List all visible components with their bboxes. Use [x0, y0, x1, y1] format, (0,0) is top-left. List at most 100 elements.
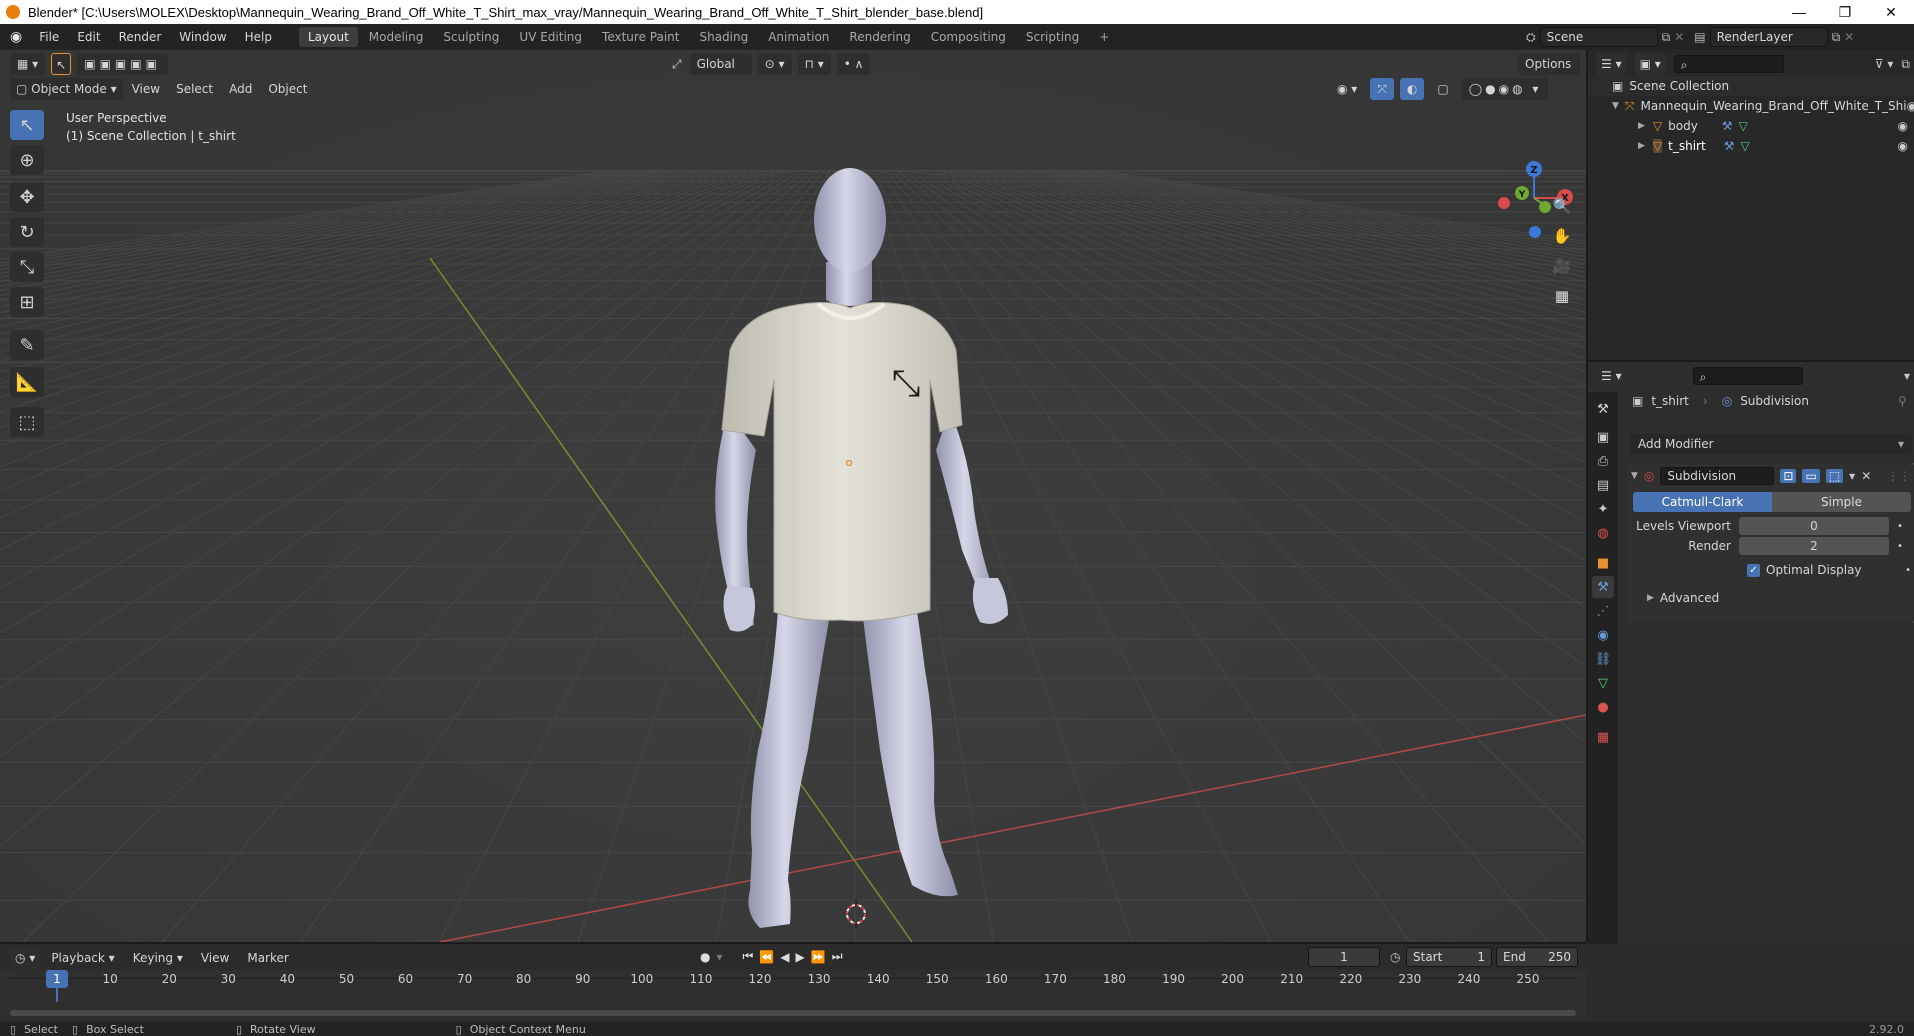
overlay-toggle-icon[interactable]: ◐	[1399, 78, 1425, 100]
annotate-tool[interactable]: ✎	[10, 330, 44, 360]
tab-rendering[interactable]: Rendering	[840, 27, 919, 47]
select-mode-icon[interactable]: ↖	[51, 53, 72, 75]
playhead[interactable]: 1	[46, 970, 68, 988]
shading-modes-icon[interactable]: ◯●◉◍ ▾	[1461, 78, 1549, 100]
tab-render[interactable]: ▣	[1592, 426, 1614, 448]
new-collection-icon[interactable]: ⧉	[1901, 57, 1910, 72]
render-layer-field[interactable]: RenderLayer	[1709, 27, 1828, 47]
maximize-button[interactable]: ❐	[1822, 4, 1868, 21]
outliner-editor-type-icon[interactable]: ☰ ▾	[1596, 53, 1627, 75]
tab-scripting[interactable]: Scripting	[1017, 27, 1088, 47]
outliner-search-input[interactable]: ⌕	[1673, 55, 1784, 73]
render-layer-icon[interactable]: ▤	[1694, 30, 1705, 44]
outliner-row-scene-collection[interactable]: ▣ Scene Collection	[1588, 76, 1914, 96]
transform-tool[interactable]: ⊞	[10, 287, 44, 317]
select-box-tool[interactable]: ↖	[10, 110, 44, 140]
modifier-name-input[interactable]: Subdivision	[1660, 467, 1775, 485]
menu-render[interactable]: Render	[110, 30, 171, 44]
options-dropdown[interactable]: Options	[1518, 53, 1580, 75]
viewport-scene[interactable]: ⤡ Z X Y	[0, 50, 1586, 942]
tab-object[interactable]: ■	[1592, 552, 1614, 574]
render-levels-field[interactable]: 2	[1739, 537, 1889, 555]
close-window-button[interactable]: ✕	[1868, 4, 1914, 21]
tab-data[interactable]: ▽	[1592, 672, 1614, 694]
display-mode-icon[interactable]: ▣ ▾	[1634, 53, 1666, 75]
minimize-button[interactable]: —	[1776, 4, 1822, 21]
viewport-menu-view[interactable]: View	[125, 78, 167, 100]
tab-scene[interactable]: ✦	[1592, 498, 1614, 520]
tab-particles[interactable]: ⋰	[1592, 600, 1614, 622]
add-workspace-button[interactable]: +	[1090, 27, 1118, 47]
editor-type-icon[interactable]: ▦ ▾	[10, 53, 46, 75]
modifier-menu-icon[interactable]: ▾	[1849, 469, 1855, 483]
properties-editor-type-icon[interactable]: ☰ ▾	[1596, 365, 1627, 387]
selection-modes-icon[interactable]: ▣▣▣▣▣	[77, 53, 168, 75]
mode-select[interactable]: ▢ Object Mode ▾	[10, 78, 123, 100]
viewport-menu-add[interactable]: Add	[222, 78, 259, 100]
camera-view-button[interactable]: 🎥	[1548, 252, 1576, 280]
tab-animation[interactable]: Animation	[759, 27, 838, 47]
tab-sculpting[interactable]: Sculpting	[434, 27, 508, 47]
keyframe-dot-icon[interactable]: •	[1897, 521, 1903, 532]
visibility-eye-icon[interactable]: ◉	[1898, 119, 1908, 133]
visibility-eye-icon[interactable]: ◉	[1898, 139, 1908, 153]
scene-field[interactable]: Scene	[1539, 27, 1658, 47]
optimal-display-checkbox[interactable]: ✓	[1747, 563, 1760, 577]
keyframe-dot-icon[interactable]: •	[1897, 541, 1903, 552]
menu-edit[interactable]: Edit	[68, 30, 109, 44]
tab-layout[interactable]: Layout	[298, 27, 358, 47]
menu-window[interactable]: Window	[170, 30, 235, 44]
viewport-toggle-icon[interactable]: ▭	[1802, 469, 1820, 483]
tab-uv-editing[interactable]: UV Editing	[510, 27, 591, 47]
timeline-scrollbar[interactable]	[10, 1010, 1576, 1016]
rotate-tool[interactable]: ↻	[10, 217, 44, 247]
tab-modifier[interactable]: ⚒	[1592, 576, 1614, 598]
tab-texture-paint[interactable]: Texture Paint	[593, 27, 688, 47]
menu-help[interactable]: Help	[236, 30, 281, 44]
delete-scene-icon[interactable]: ✕	[1674, 30, 1684, 44]
tab-compositing[interactable]: Compositing	[922, 27, 1015, 47]
new-scene-icon[interactable]: ⧉	[1662, 30, 1671, 45]
remove-modifier-icon[interactable]: ✕	[1861, 469, 1871, 483]
render-toggle-icon[interactable]: ⬚	[1825, 469, 1844, 483]
edit-mode-toggle-icon[interactable]: ⊡	[1780, 469, 1797, 483]
orientation-icon[interactable]: ⤢	[670, 53, 684, 75]
expand-icon[interactable]: ▶	[1638, 141, 1645, 151]
menu-file[interactable]: File	[30, 30, 68, 44]
outliner-row-body[interactable]: ▶ ▽ body ⚒ ▽ ◉	[1588, 116, 1914, 136]
tab-tool[interactable]: ⚒	[1592, 398, 1614, 420]
properties-search-input[interactable]: ⌕	[1692, 367, 1803, 385]
add-modifier-dropdown[interactable]: Add Modifier ▾	[1630, 434, 1912, 454]
keyframe-dot-icon[interactable]: •	[1905, 565, 1911, 576]
gizmo-toggle-icon[interactable]: ⤧	[1370, 78, 1394, 100]
outliner-row-mannequin[interactable]: ▼ ⤧ Mannequin_Wearing_Brand_Off_White_T_…	[1588, 96, 1914, 116]
expand-icon[interactable]: ▼	[1612, 101, 1619, 111]
advanced-subpanel[interactable]: ▶ Advanced	[1647, 591, 1719, 605]
filter-icon[interactable]: ⊽ ▾	[1875, 57, 1894, 71]
scene-icon[interactable]: ⛭	[1526, 30, 1536, 45]
properties-options-icon[interactable]: ▾	[1904, 369, 1910, 383]
pivot-point-icon[interactable]: ⊙ ▾	[757, 53, 792, 75]
outliner-row-t-shirt[interactable]: ▶ ▽ t_shirt ⚒ ▽ ◉	[1588, 136, 1914, 156]
levels-viewport-field[interactable]: 0	[1739, 517, 1889, 535]
catmull-clark-button[interactable]: Catmull-Clark	[1633, 492, 1772, 512]
blender-menu-icon[interactable]: ◉	[0, 29, 30, 45]
move-tool[interactable]: ✥	[10, 182, 44, 212]
visibility-icon[interactable]: ◉ ▾	[1330, 78, 1364, 100]
viewport-menu-select[interactable]: Select	[169, 78, 220, 100]
measure-tool[interactable]: 📐	[10, 367, 44, 397]
tab-output[interactable]: ⎙	[1592, 450, 1614, 472]
simple-button[interactable]: Simple	[1772, 492, 1911, 512]
ortho-toggle-button[interactable]: ▦	[1548, 282, 1576, 310]
snap-icon[interactable]: ⊓ ▾	[797, 53, 831, 75]
collapse-icon[interactable]: ▼	[1631, 471, 1638, 481]
pan-view-button[interactable]: ✋	[1548, 222, 1576, 250]
scale-tool[interactable]: ⤡	[10, 252, 44, 282]
tab-modeling[interactable]: Modeling	[360, 27, 433, 47]
delete-layer-icon[interactable]: ✕	[1844, 30, 1854, 44]
visibility-eye-icon[interactable]: ◉	[1907, 99, 1914, 113]
tab-view-layer[interactable]: ▤	[1592, 474, 1614, 496]
transform-orientation-select[interactable]: Global	[689, 53, 752, 75]
new-layer-icon[interactable]: ⧉	[1832, 30, 1841, 45]
add-cube-tool[interactable]: ⬚	[10, 407, 44, 437]
